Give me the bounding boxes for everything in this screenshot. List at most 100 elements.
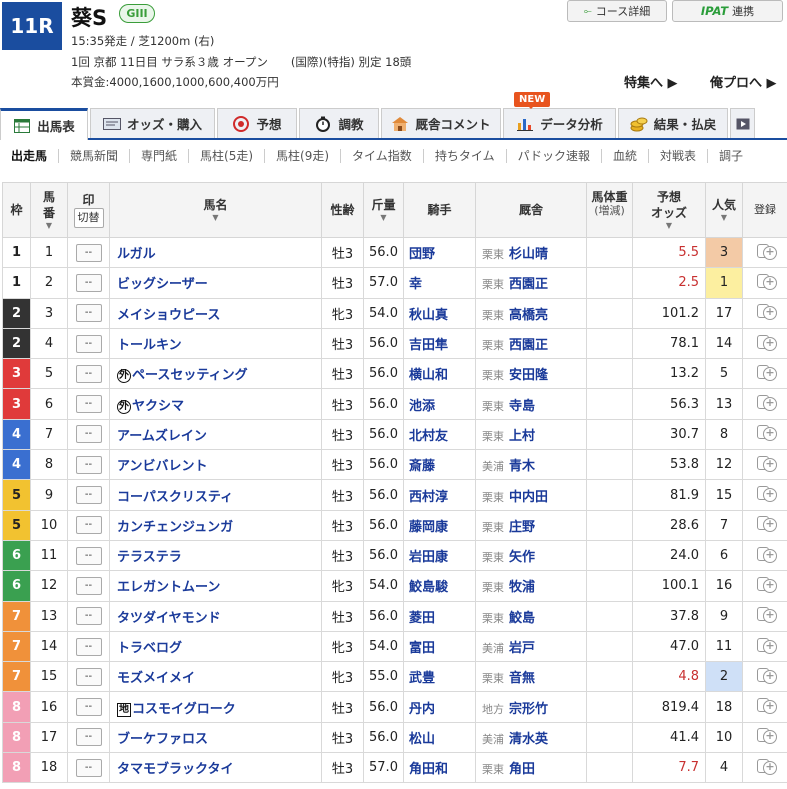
horse-name[interactable]: コーパスクリスティ xyxy=(117,490,233,505)
mark-select[interactable]: -- xyxy=(75,395,102,414)
jockey-name[interactable]: 吉田隼 xyxy=(403,327,476,360)
subtab-time-index[interactable]: タイム指数 xyxy=(341,149,424,163)
add-register-icon[interactable] xyxy=(753,453,777,473)
mark-select[interactable]: -- xyxy=(75,425,102,444)
jockey-name[interactable]: 丹内 xyxy=(403,691,476,723)
mark-swap-button[interactable]: 切替 xyxy=(73,208,104,228)
horse-name[interactable]: アームズレイン xyxy=(117,429,207,444)
subtab-taisenhyo[interactable]: 対戦表 xyxy=(649,149,708,163)
subtab-mochi-time[interactable]: 持ちタイム xyxy=(424,149,507,163)
course-detail-button[interactable]: ⟜ コース詳細 xyxy=(567,0,667,22)
col-stable[interactable]: 厩舎 xyxy=(475,182,587,238)
add-register-icon[interactable] xyxy=(753,665,777,685)
trainer-name[interactable]: 庄野 xyxy=(504,520,535,535)
add-register-icon[interactable] xyxy=(753,756,777,776)
subtab-shussoba[interactable]: 出走馬 xyxy=(0,149,60,163)
trainer-name[interactable]: 上村 xyxy=(504,429,535,444)
add-register-icon[interactable] xyxy=(753,362,777,382)
add-register-icon[interactable] xyxy=(753,422,777,442)
jockey-name[interactable]: 北村友 xyxy=(403,418,476,451)
col-jockey[interactable]: 騎手 xyxy=(403,182,476,238)
mark-select[interactable]: -- xyxy=(75,637,102,656)
orepro-link[interactable]: 俺プロへ ▶ xyxy=(710,72,777,91)
mark-select[interactable]: -- xyxy=(75,304,102,323)
trainer-name[interactable]: 鮫島 xyxy=(504,611,535,626)
jockey-name[interactable]: 藤岡康 xyxy=(403,509,476,541)
trainer-name[interactable]: 角田 xyxy=(504,762,535,777)
col-odds[interactable]: 予想 オッズ ▼ xyxy=(632,182,706,238)
mark-select[interactable]: -- xyxy=(75,364,102,383)
trainer-name[interactable]: 矢作 xyxy=(504,550,535,565)
horse-name-cell[interactable]: カンチェンジュンガ xyxy=(109,509,322,541)
col-weight[interactable]: 斤量 ▼ xyxy=(363,182,404,238)
trainer-name[interactable]: 西園正 xyxy=(504,338,548,353)
tokushu-link[interactable]: 特集へ ▶ xyxy=(624,72,678,91)
tab-odds[interactable]: オッズ・購入 xyxy=(90,108,215,138)
mark-select[interactable]: -- xyxy=(75,698,102,717)
horse-name[interactable]: ペースセッティング xyxy=(132,368,248,383)
tab-kyusha-comment[interactable]: 厩舎コメント xyxy=(381,108,501,138)
tab-more[interactable] xyxy=(730,108,755,138)
trainer-name[interactable]: 西園正 xyxy=(504,277,548,292)
jockey-name[interactable]: 武豊 xyxy=(403,661,476,693)
add-register-icon[interactable] xyxy=(753,574,777,594)
horse-name[interactable]: メイショウピース xyxy=(117,308,220,323)
subtab-senmonshi[interactable]: 専門紙 xyxy=(130,149,190,163)
trainer-name[interactable]: 青木 xyxy=(504,459,535,474)
mark-select[interactable]: -- xyxy=(75,334,102,353)
horse-name-cell[interactable]: アンビバレント xyxy=(109,449,322,481)
jockey-name[interactable]: 斎藤 xyxy=(403,449,476,481)
jockey-name[interactable]: 団野 xyxy=(403,236,476,269)
horse-name[interactable]: トールキン xyxy=(117,338,182,353)
horse-name-cell[interactable]: アームズレイン xyxy=(109,418,322,451)
horse-name-cell[interactable]: ブーケファロス xyxy=(109,721,322,754)
subtab-keiba-shinbun[interactable]: 競馬新聞 xyxy=(59,149,131,163)
trainer-name[interactable]: 岩戸 xyxy=(504,641,535,656)
add-register-icon[interactable] xyxy=(753,332,777,352)
trainer-name[interactable]: 高橋亮 xyxy=(504,308,548,323)
col-waku[interactable]: 枠 xyxy=(2,182,31,238)
horse-name[interactable]: カンチェンジュンガ xyxy=(117,520,233,535)
subtab-choshi[interactable]: 調子 xyxy=(708,149,754,163)
horse-name-cell[interactable]: 外ペースセッティング xyxy=(109,358,322,390)
horse-name-cell[interactable]: ルガル xyxy=(109,236,322,269)
add-register-icon[interactable] xyxy=(753,725,777,745)
add-register-icon[interactable] xyxy=(753,604,777,624)
jockey-name[interactable]: 岩田康 xyxy=(403,539,476,572)
col-horse-name[interactable]: 馬名 ▼ xyxy=(109,182,322,238)
trainer-name[interactable]: 中内田 xyxy=(504,490,548,505)
horse-name[interactable]: ヤクシマ xyxy=(132,399,184,414)
mark-select[interactable]: -- xyxy=(75,455,102,474)
trainer-name[interactable]: 牧浦 xyxy=(504,580,535,595)
horse-name-cell[interactable]: 地コスモイグローク xyxy=(109,691,322,723)
tab-shutsuba[interactable]: 出馬表 xyxy=(0,108,88,140)
jockey-name[interactable]: 鮫島駿 xyxy=(403,570,476,602)
add-register-icon[interactable] xyxy=(753,301,777,321)
horse-name-cell[interactable]: トールキン xyxy=(109,327,322,360)
jockey-name[interactable]: 横山和 xyxy=(403,358,476,390)
horse-name[interactable]: タツダイヤモンド xyxy=(117,611,221,626)
jockey-name[interactable]: 池添 xyxy=(403,388,476,420)
mark-select[interactable]: -- xyxy=(75,243,102,262)
horse-name[interactable]: テラステラ xyxy=(117,550,182,565)
jockey-name[interactable]: 角田和 xyxy=(403,752,476,784)
col-body-weight[interactable]: 馬体重 (増減) xyxy=(586,182,633,238)
trainer-name[interactable]: 清水英 xyxy=(504,732,548,747)
horse-name-cell[interactable]: トラベログ xyxy=(109,630,322,663)
tab-yoso[interactable]: 予想 xyxy=(217,108,297,138)
trainer-name[interactable]: 寺島 xyxy=(504,399,535,414)
horse-name[interactable]: ルガル xyxy=(117,247,156,262)
col-umaban[interactable]: 馬 番 ▼ xyxy=(30,182,68,238)
horse-name[interactable]: タマモブラックタイ xyxy=(117,762,233,777)
horse-name-cell[interactable]: エレガントムーン xyxy=(109,570,322,602)
trainer-name[interactable]: 音無 xyxy=(504,671,535,686)
horse-name[interactable]: コスモイグローク xyxy=(132,702,236,717)
add-register-icon[interactable] xyxy=(753,271,777,291)
col-sex-age[interactable]: 性齢 xyxy=(321,182,364,238)
horse-name-cell[interactable]: タツダイヤモンド xyxy=(109,600,322,632)
add-register-icon[interactable] xyxy=(753,483,777,503)
add-register-icon[interactable] xyxy=(753,635,777,655)
col-popularity[interactable]: 人気 ▼ xyxy=(705,182,743,238)
subtab-paddock[interactable]: パドック速報 xyxy=(507,149,602,163)
horse-name-cell[interactable]: コーパスクリスティ xyxy=(109,479,322,511)
